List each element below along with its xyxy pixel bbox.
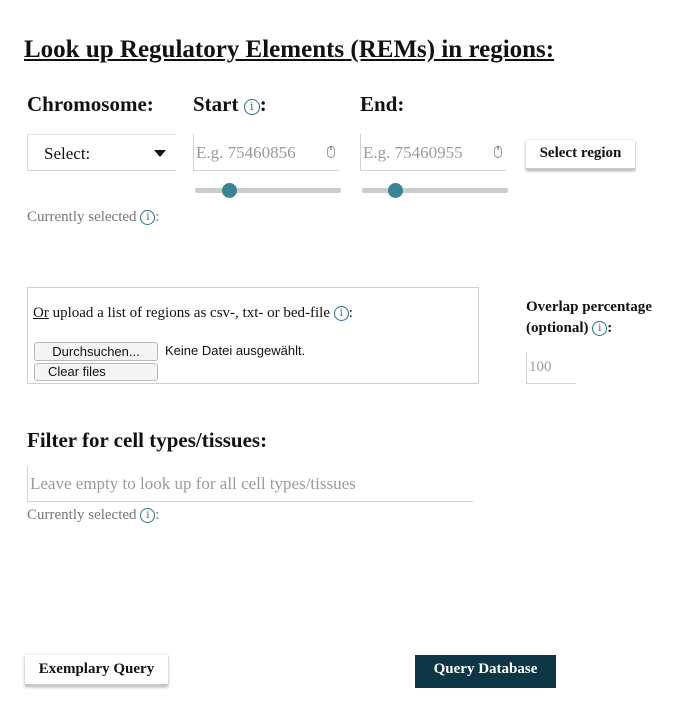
end-slider-track[interactable] — [362, 188, 508, 193]
start-input-placeholder: E.g. 75460856 — [196, 143, 296, 162]
no-file-text: Keine Datei ausgewählt. — [165, 343, 306, 358]
chevron-down-icon — [154, 150, 166, 157]
filter-label: Filter for cell types/tissues: — [27, 428, 268, 452]
page-title: Look up Regulatory Elements (REMs) in re… — [24, 36, 555, 63]
end-slider-thumb[interactable] — [388, 183, 403, 198]
overlap-label-optional: (optional) — [526, 320, 589, 336]
overlap-input-placeholder: 100 — [529, 359, 552, 375]
overlap-colon: : — [607, 320, 613, 336]
region-currently-selected-colon: : — [155, 209, 160, 225]
info-icon[interactable]: i — [592, 321, 608, 336]
overlap-input[interactable]: 100 — [526, 352, 576, 384]
chromosome-label: Chromosome: — [27, 92, 154, 117]
filter-input[interactable]: Leave empty to look up for all cell type… — [27, 466, 473, 502]
info-icon[interactable]: i — [140, 508, 156, 523]
upload-or-text: Or — [33, 305, 49, 321]
overlap-label-line1: Overlap percentage — [526, 299, 652, 315]
upload-instructions: Or upload a list of regions as csv-, txt… — [33, 305, 353, 322]
region-currently-selected: Currently selected i: — [27, 209, 159, 226]
region-currently-selected-label: Currently selected — [27, 209, 137, 225]
start-label-colon: : — [259, 92, 267, 116]
start-slider-thumb[interactable] — [222, 183, 237, 198]
upload-text: upload a list of regions as csv-, txt- o… — [48, 305, 331, 321]
clear-files-button[interactable]: Clear files — [34, 363, 158, 381]
browse-button[interactable]: Durchsuchen... — [34, 342, 158, 361]
start-input[interactable]: E.g. 75460856 ⇕ — [193, 134, 339, 171]
query-database-button[interactable]: Query Database — [415, 655, 556, 688]
end-label: End: — [360, 92, 405, 116]
end-input-placeholder: E.g. 75460955 — [363, 143, 463, 162]
upload-colon: : — [348, 305, 353, 321]
filter-currently-selected: Currently selected i: — [27, 507, 159, 524]
chromosome-select[interactable]: Select: — [27, 134, 176, 171]
start-label: Start i: — [193, 92, 267, 117]
select-region-button[interactable]: Select region — [526, 140, 635, 170]
info-icon[interactable]: i — [140, 210, 156, 225]
info-icon[interactable]: i — [243, 99, 260, 115]
chromosome-select-value: Select: — [44, 144, 91, 163]
info-icon[interactable]: i — [333, 306, 349, 321]
filter-input-placeholder: Leave empty to look up for all cell type… — [30, 474, 356, 493]
filter-currently-selected-label: Currently selected — [27, 507, 137, 523]
chromosome-label-text: Chromosome: — [27, 92, 154, 116]
filter-currently-selected-colon: : — [155, 507, 160, 523]
spinner-icon[interactable]: ⇕ — [327, 146, 335, 158]
overlap-label-line2: (optional) i: — [526, 318, 652, 339]
start-label-text: Start — [193, 92, 239, 116]
overlap-label: Overlap percentage (optional) i: — [526, 297, 652, 339]
spinner-icon[interactable]: ⇕ — [494, 146, 502, 158]
end-input[interactable]: E.g. 75460955 ⇕ — [360, 134, 506, 171]
exemplary-query-button[interactable]: Exemplary Query — [25, 655, 168, 686]
upload-panel: Or upload a list of regions as csv-, txt… — [27, 287, 479, 384]
start-slider-track[interactable] — [195, 188, 341, 193]
